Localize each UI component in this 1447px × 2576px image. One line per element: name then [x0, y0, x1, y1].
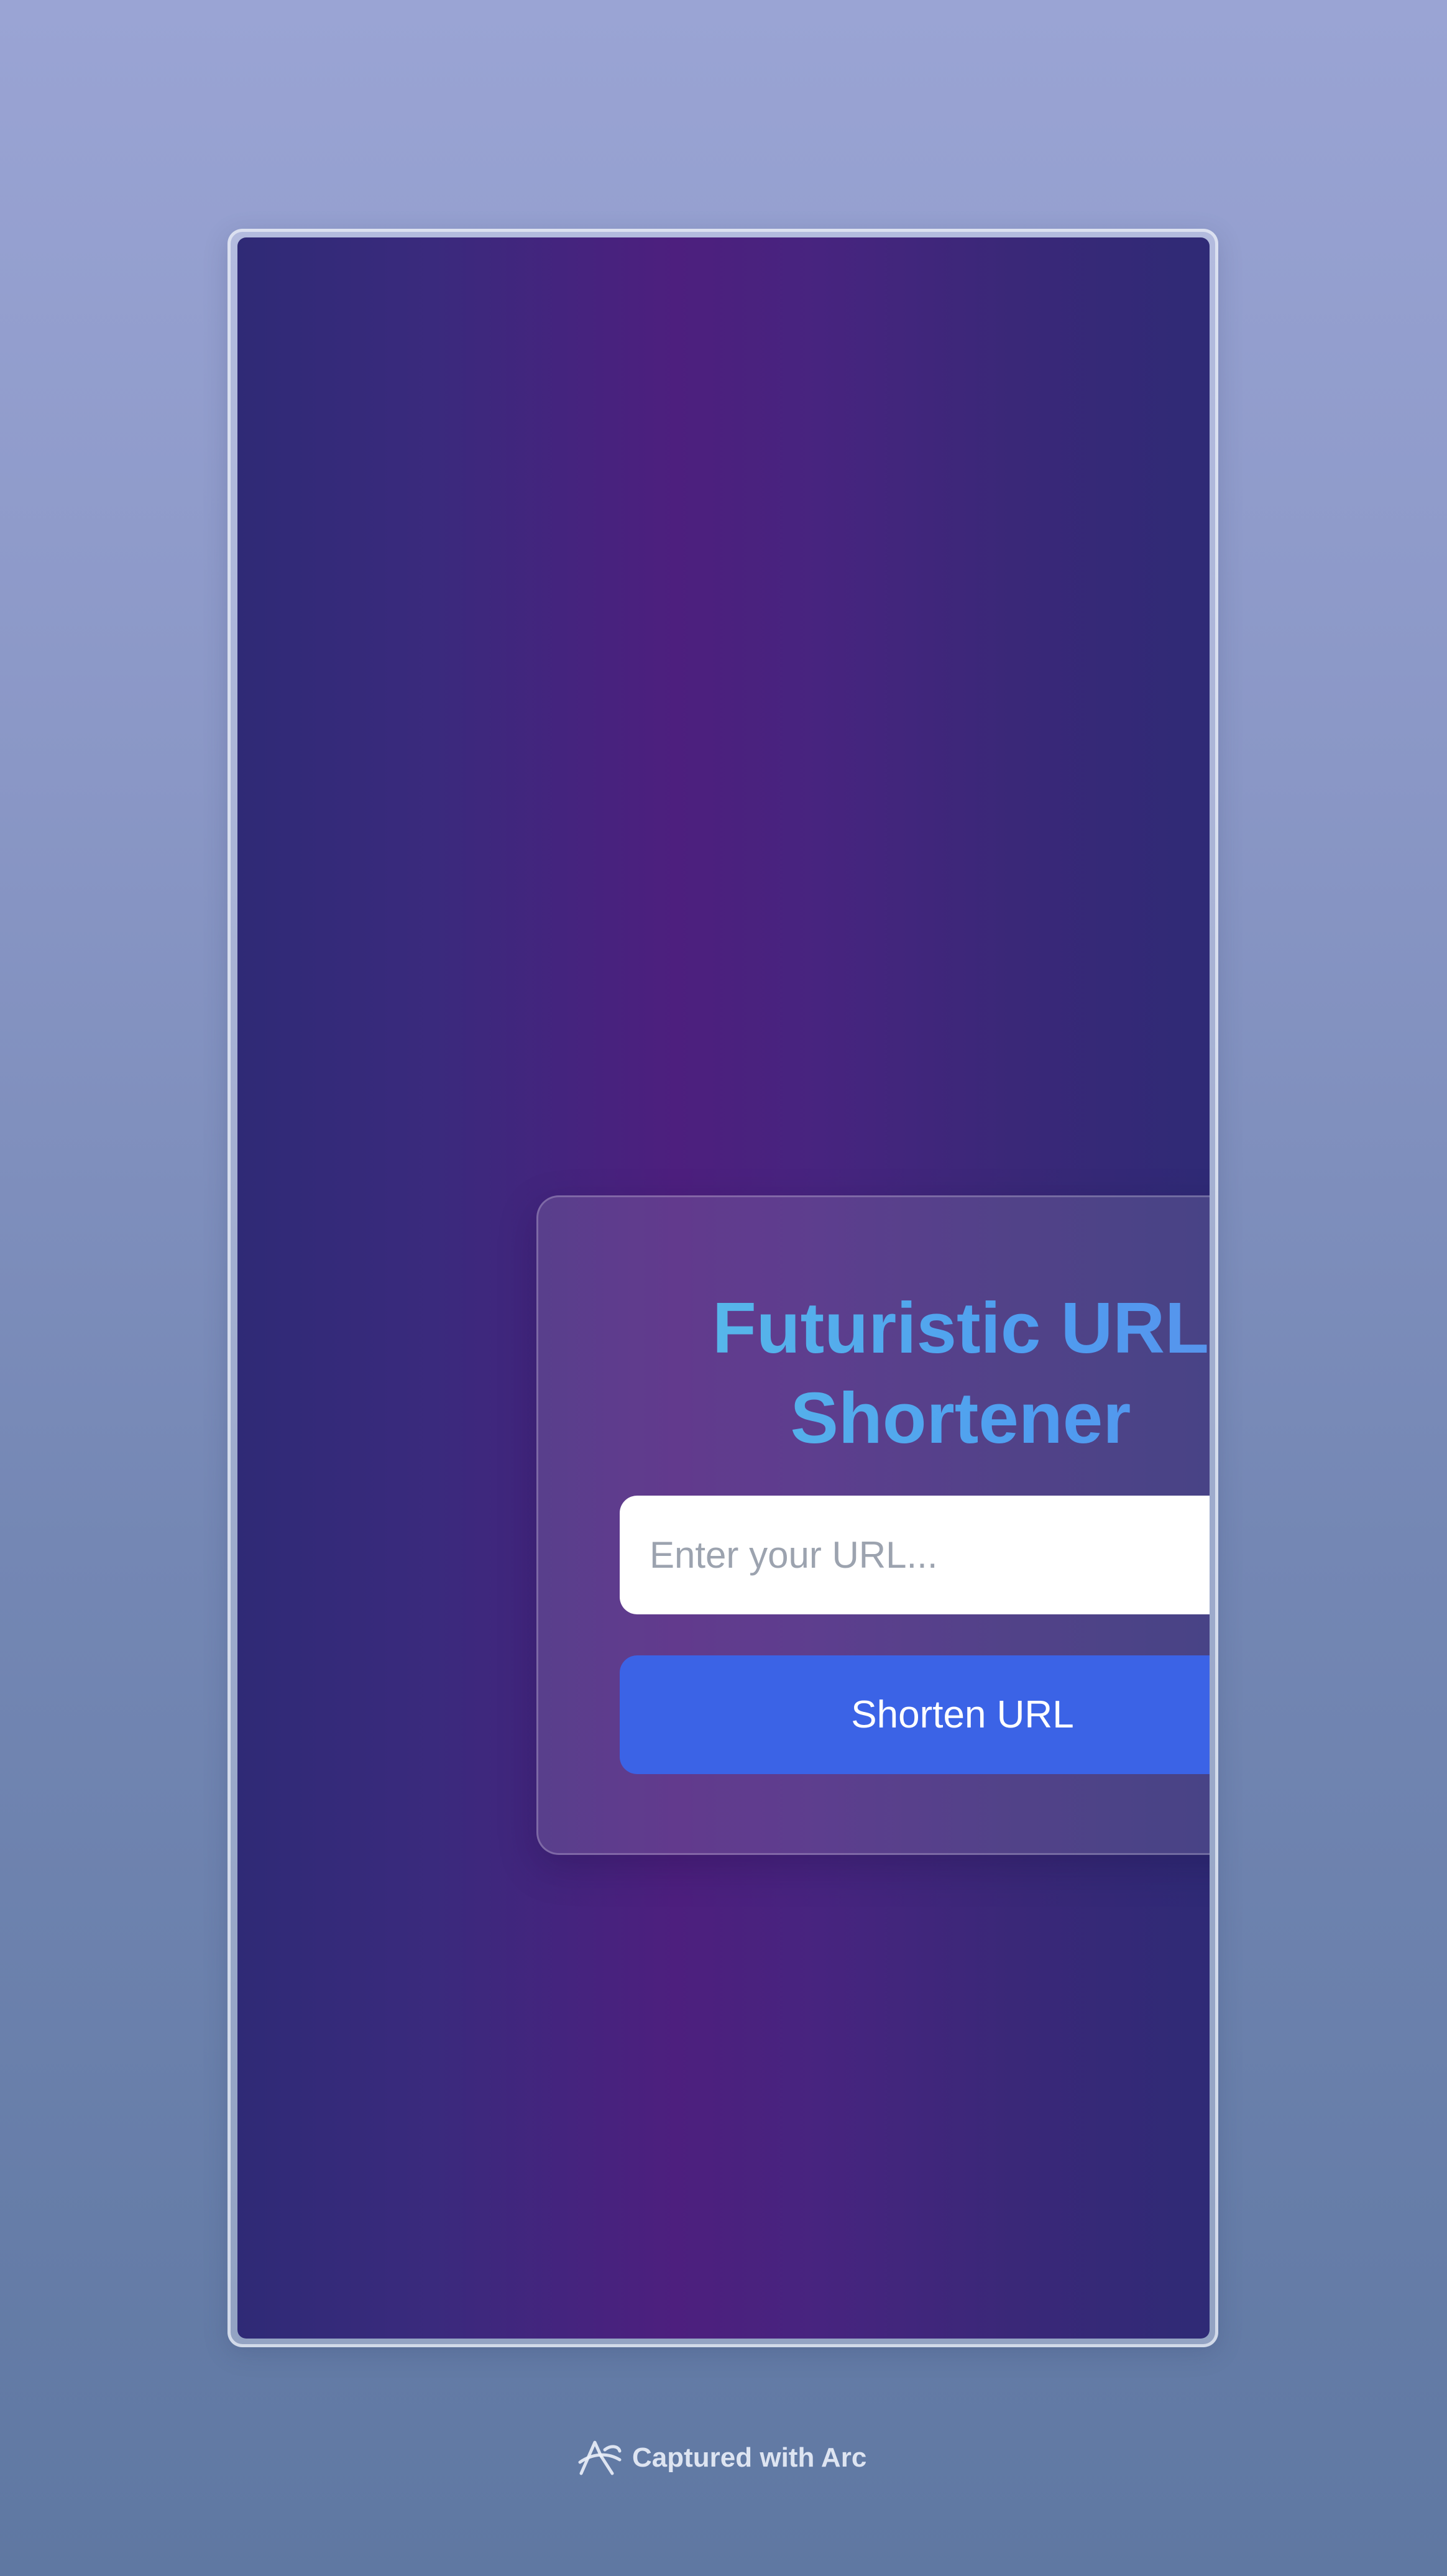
page-title: Futuristic URL Shortener — [538, 1283, 1210, 1463]
shorten-url-button[interactable]: Shorten URL — [620, 1655, 1210, 1774]
url-shortener-card: Futuristic URL Shortener Shorten URL — [536, 1195, 1210, 1855]
capture-footer: Captured with Arc — [576, 2433, 866, 2483]
capture-footer-text: Captured with Arc — [632, 2442, 867, 2473]
app-viewport: Futuristic URL Shortener Shorten URL — [237, 237, 1210, 2339]
arc-logo-icon — [576, 2437, 623, 2478]
url-input[interactable] — [620, 1496, 1210, 1614]
